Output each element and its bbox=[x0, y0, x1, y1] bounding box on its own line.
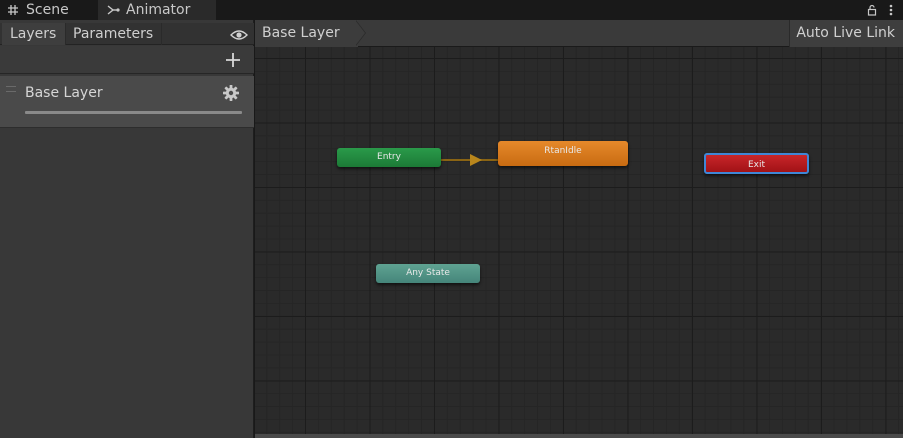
animator-icon bbox=[106, 3, 120, 17]
layer-item[interactable]: Base Layer bbox=[0, 76, 254, 128]
tab-animator-label: Animator bbox=[126, 2, 191, 18]
layer-name: Base Layer bbox=[25, 85, 103, 101]
breadcrumb-separator bbox=[355, 20, 365, 46]
gear-icon[interactable] bbox=[222, 84, 240, 102]
tab-bar-tools bbox=[867, 0, 893, 20]
default-state-node[interactable]: RtanIdle bbox=[498, 141, 628, 166]
transition-arrow[interactable] bbox=[255, 20, 903, 438]
graph-toolbar: Base Layer Auto Live Link bbox=[255, 20, 903, 47]
editor-tab-bar: Scene Animator bbox=[0, 0, 903, 20]
any-state-node[interactable]: Any State bbox=[376, 264, 480, 283]
layer-weight-bar bbox=[25, 111, 242, 114]
add-layer-button[interactable] bbox=[224, 51, 242, 69]
layers-panel: Layers Parameters Base Layer bbox=[0, 20, 254, 438]
auto-live-link-toggle[interactable]: Auto Live Link bbox=[789, 20, 903, 47]
layers-panel-tabs: Layers Parameters bbox=[0, 23, 254, 45]
tab-parameters[interactable]: Parameters bbox=[66, 23, 162, 45]
entry-state-node[interactable]: Entry bbox=[337, 148, 441, 167]
add-layer-row bbox=[0, 46, 254, 74]
tab-scene-label: Scene bbox=[26, 2, 69, 18]
tab-animator[interactable]: Animator bbox=[98, 0, 216, 20]
more-options-icon[interactable] bbox=[889, 1, 893, 20]
horizontal-scrollbar[interactable] bbox=[255, 434, 903, 438]
grid-icon bbox=[6, 3, 20, 17]
eye-icon[interactable] bbox=[230, 27, 248, 41]
drag-handle-icon[interactable] bbox=[6, 86, 16, 92]
tab-layers[interactable]: Layers bbox=[2, 23, 66, 45]
exit-state-node[interactable]: Exit bbox=[704, 153, 809, 174]
lock-icon[interactable] bbox=[867, 1, 877, 20]
breadcrumb[interactable]: Base Layer bbox=[255, 20, 358, 47]
tab-scene[interactable]: Scene bbox=[0, 0, 96, 20]
animator-graph[interactable]: Entry RtanIdle Exit Any State Base Layer… bbox=[255, 20, 903, 438]
